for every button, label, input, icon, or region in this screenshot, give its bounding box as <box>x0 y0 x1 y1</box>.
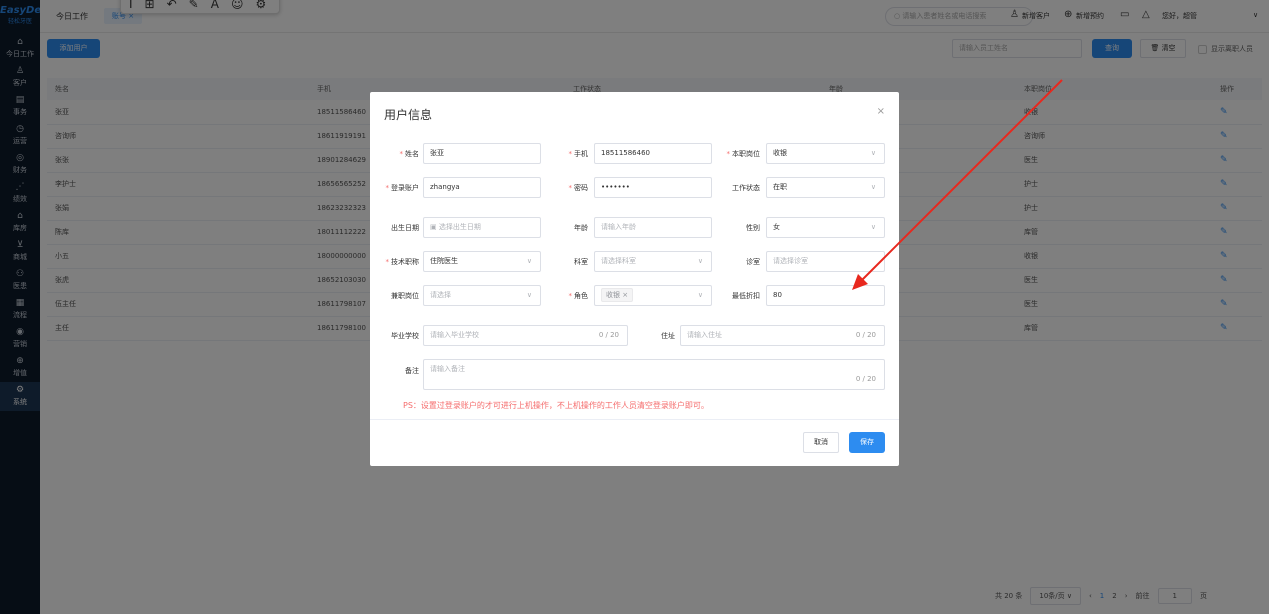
role-select[interactable]: 收银 × ∨ <box>594 285 712 306</box>
login-account-label: * 登录账户 <box>385 184 420 192</box>
tech-title-value: 住院医生 <box>430 257 458 265</box>
chevron-down-icon: ∨ <box>870 149 876 157</box>
address-input[interactable]: 请输入住址 0 / 20 <box>680 325 885 346</box>
phone-input[interactable]: 18511586460 <box>594 143 712 164</box>
chevron-down-icon: ∨ <box>697 291 703 299</box>
school-counter: 0 / 20 <box>598 331 619 339</box>
chevron-down-icon: ∨ <box>870 183 876 191</box>
gender-label: 性别 <box>746 224 760 232</box>
department-label: 科室 <box>574 258 588 266</box>
birth-date-placeholder: 选择出生日期 <box>438 223 481 231</box>
birth-date-label: 出生日期 <box>391 224 419 232</box>
clinic-room-label: 诊室 <box>746 258 760 266</box>
remark-textarea[interactable]: 请输入备注 0 / 20 <box>423 359 885 390</box>
department-select[interactable]: 请选择科室 ∨ <box>594 251 712 272</box>
position-label: * 本职岗位 <box>726 150 761 158</box>
cancel-button[interactable]: 取消 <box>803 432 839 453</box>
clinic-room-select[interactable]: 请选择诊室 <box>766 251 885 272</box>
chevron-down-icon: ∨ <box>697 257 703 265</box>
role-label: * 角色 <box>568 292 589 300</box>
calendar-icon: ▣ <box>430 223 439 231</box>
gender-select[interactable]: 女 ∨ <box>766 217 885 238</box>
name-input[interactable]: 张亚 <box>423 143 541 164</box>
school-input[interactable]: 请输入毕业学校 0 / 20 <box>423 325 628 346</box>
department-placeholder: 请选择科室 <box>601 257 636 265</box>
chevron-down-icon: ∨ <box>870 223 876 231</box>
address-counter: 0 / 20 <box>855 331 876 339</box>
min-discount-input[interactable]: 80 <box>766 285 885 306</box>
school-label: 毕业学校 <box>391 332 419 340</box>
save-button[interactable]: 保存 <box>849 432 885 453</box>
user-info-modal: 用户信息 × * 姓名 张亚 * 手机 18511586460 * 本职岗位 收银 ∨ … <box>370 92 899 466</box>
close-icon[interactable]: × <box>877 106 885 117</box>
login-account-input[interactable]: zhangya <box>423 177 541 198</box>
remark-label: 备注 <box>405 367 419 375</box>
position-value: 收银 <box>773 149 787 157</box>
ps-note: PS：设置过登录账户的才可进行上机操作，不上机操作的工作人员清空登录账户即可。 <box>403 401 709 410</box>
phone-label: * 手机 <box>568 150 589 158</box>
min-discount-label: 最低折扣 <box>732 292 760 300</box>
name-label: * 姓名 <box>399 150 420 158</box>
modal-title: 用户信息 <box>384 108 433 122</box>
role-tag: 收银 × <box>601 288 634 302</box>
school-placeholder: 请输入毕业学校 <box>430 331 479 339</box>
age-label: 年龄 <box>574 224 588 232</box>
password-input[interactable]: ••••••• <box>594 177 712 198</box>
modal-divider <box>370 419 899 420</box>
work-status-label: 工作状态 <box>732 184 760 192</box>
address-placeholder: 请输入住址 <box>687 331 722 339</box>
gender-value: 女 <box>773 223 780 231</box>
birth-date-picker[interactable]: ▣ 选择出生日期 <box>423 217 541 238</box>
part-time-position-select[interactable]: 请选择 ∨ <box>423 285 541 306</box>
remark-placeholder: 请输入备注 <box>430 365 465 373</box>
password-label: * 密码 <box>568 184 589 192</box>
close-icon[interactable]: × <box>622 291 628 299</box>
tech-title-label: * 技术职称 <box>385 258 420 266</box>
chevron-down-icon: ∨ <box>526 257 532 265</box>
role-tag-label: 收银 <box>606 291 620 299</box>
address-label: 住址 <box>661 332 675 340</box>
age-input[interactable]: 请输入年龄 <box>594 217 712 238</box>
part-time-position-placeholder: 请选择 <box>430 291 451 299</box>
tech-title-select[interactable]: 住院医生 ∨ <box>423 251 541 272</box>
chevron-down-icon: ∨ <box>526 291 532 299</box>
position-select[interactable]: 收银 ∨ <box>766 143 885 164</box>
part-time-position-label: 兼职岗位 <box>391 292 419 300</box>
work-status-select[interactable]: 在职 ∨ <box>766 177 885 198</box>
remark-counter: 0 / 20 <box>855 375 876 383</box>
work-status-value: 在职 <box>773 183 787 191</box>
